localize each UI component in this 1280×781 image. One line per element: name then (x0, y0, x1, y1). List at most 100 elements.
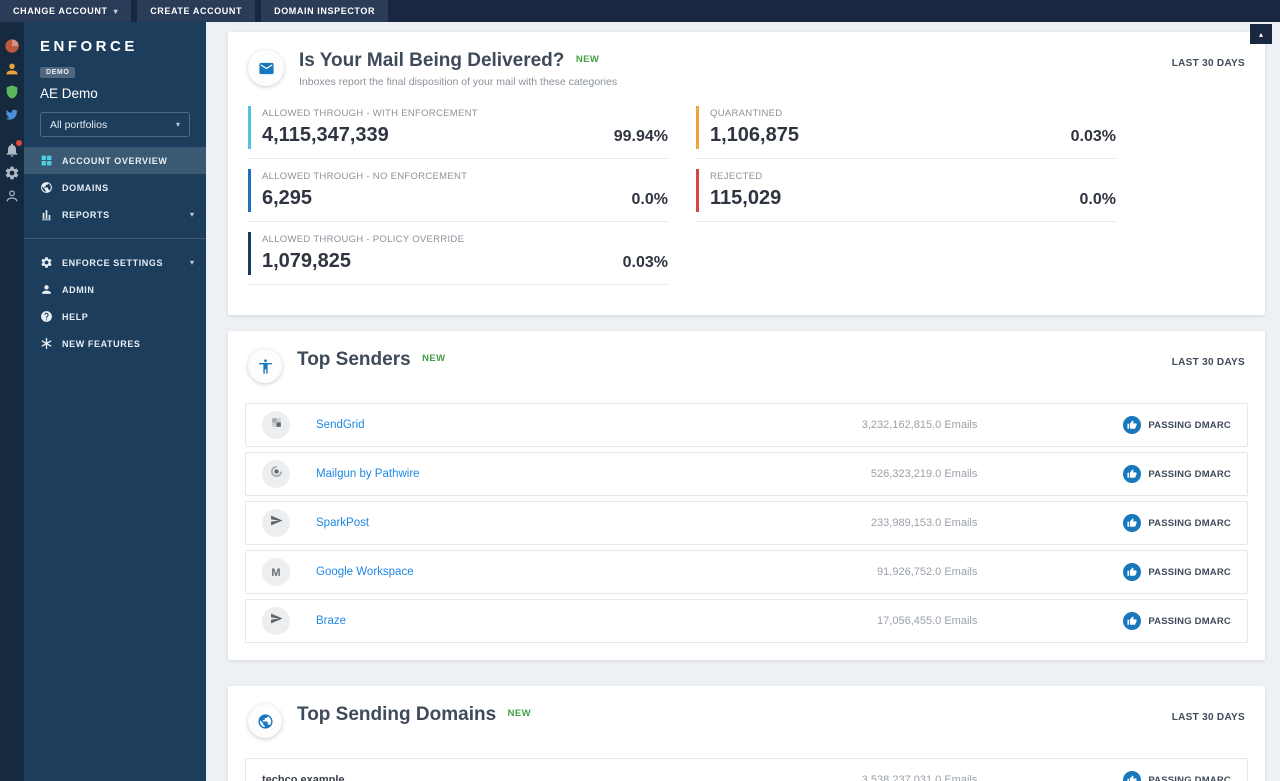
mail-envelope-icon (248, 50, 284, 86)
person-icon (4, 61, 20, 77)
grid-icon (40, 154, 53, 167)
globe-icon (40, 181, 53, 194)
google-workspace-icon: M (271, 567, 281, 579)
thumbs-up-icon (1123, 612, 1142, 630)
topbar-button-label: CHANGE ACCOUNT (13, 6, 108, 16)
stat-percent: 99.94% (613, 128, 668, 145)
sender-avatar (262, 607, 290, 635)
chevron-down-icon: ▾ (189, 258, 194, 267)
topbar-button-create-account[interactable]: CREATE ACCOUNT (137, 0, 256, 22)
sidebar-item-domains[interactable]: DOMAINS (24, 174, 206, 201)
sender-row[interactable]: Mailgun by Pathwire 526,323,219.0 Emails… (245, 452, 1248, 496)
sidebar-item-new-features[interactable]: NEW FEATURES (24, 330, 206, 357)
stat-value: 4,115,347,339 (262, 124, 389, 146)
stat-label: REJECTED (710, 171, 763, 182)
user-icon (4, 188, 20, 204)
sender-name-link[interactable]: Braze (316, 615, 346, 627)
thumbs-up-icon (1123, 771, 1142, 781)
rail-bell-icon[interactable] (4, 140, 22, 158)
passing-dmarc-badge: PASSING DMARC (1123, 563, 1231, 581)
topbar-button-change-account[interactable]: CHANGE ACCOUNT ▾ (0, 0, 132, 22)
passing-dmarc-badge: PASSING DMARC (1123, 465, 1231, 483)
stat-label: ALLOWED THROUGH - WITH ENFORCEMENT (262, 108, 478, 119)
thumbs-up-icon (1123, 416, 1142, 434)
dmarc-status-label: PASSING DMARC (1148, 419, 1231, 431)
chevron-down-icon: ▾ (189, 210, 194, 219)
period-label: LAST 30 DAYS (1171, 357, 1245, 368)
sender-name-link[interactable]: SparkPost (316, 517, 369, 529)
sender-avatar (262, 411, 290, 439)
rail-person-icon[interactable] (4, 61, 20, 77)
asterisk-icon (40, 337, 53, 350)
sidebar-item-label: ACCOUNT OVERVIEW (62, 155, 168, 166)
period-label: LAST 30 DAYS (1171, 58, 1245, 69)
delivery-stat: QUARANTINED 1,106,875 0.03% (696, 106, 1116, 159)
sender-avatar (262, 509, 290, 537)
rail-shield-icon[interactable] (4, 84, 20, 100)
sender-row[interactable]: M Google Workspace 91,926,752.0 Emails P… (245, 550, 1248, 594)
dmarc-status-label: PASSING DMARC (1148, 566, 1231, 578)
sender-avatar: M (262, 558, 290, 586)
rail-user-icon[interactable] (4, 188, 20, 204)
email-count: 233,989,153.0 Emails (870, 517, 978, 529)
gear-icon (40, 256, 53, 269)
dmarc-status-label: PASSING DMARC (1148, 517, 1231, 529)
delivery-stat: ALLOWED THROUGH - NO ENFORCEMENT 6,295 0… (248, 169, 668, 222)
chevron-up-icon: ▴ (1258, 29, 1263, 39)
sidebar-item-account-overview[interactable]: ACCOUNT OVERVIEW (24, 147, 206, 174)
topbar-button-domain-inspector[interactable]: DOMAIN INSPECTOR (261, 0, 389, 22)
sender-row[interactable]: SparkPost 233,989,153.0 Emails PASSING D… (245, 501, 1248, 545)
sender-name-link[interactable]: Mailgun by Pathwire (316, 468, 420, 480)
thumbs-up-icon (1123, 465, 1142, 483)
sidebar-item-help[interactable]: HELP (24, 303, 206, 330)
sidebar-item-enforce-settings[interactable]: ENFORCE SETTINGS ▾ (24, 238, 206, 276)
sidebar-item-label: DOMAINS (62, 182, 109, 193)
stat-value: 115,029 (710, 187, 782, 209)
delivery-card-subtitle: Inboxes report the final disposition of … (299, 76, 618, 88)
new-badge: NEW (575, 54, 600, 65)
sender-name-link[interactable]: Google Workspace (316, 566, 414, 578)
shield-icon (4, 84, 20, 100)
new-badge: NEW (422, 353, 446, 364)
stat-value: 6,295 (262, 187, 313, 209)
top-senders-title: Top Senders (297, 349, 411, 370)
rail-pie-chart-icon[interactable] (4, 38, 20, 54)
chevron-down-icon: ▾ (113, 6, 119, 16)
pie-chart-icon (4, 38, 20, 54)
top-sending-domains-card: Top Sending Domains NEW LAST 30 DAYS tec… (228, 686, 1265, 781)
globe-icon (248, 704, 282, 738)
sidebar-item-admin[interactable]: ADMIN (24, 276, 206, 303)
top-bar: CHANGE ACCOUNT ▾ CREATE ACCOUNT DOMAIN I… (0, 0, 1280, 22)
sidebar-item-label: NEW FEATURES (62, 338, 141, 349)
mailgun-icon (270, 465, 283, 483)
portfolio-select-value: All portfolios (50, 118, 108, 131)
sidebar-item-label: HELP (62, 311, 89, 322)
sidebar: ENFORCE DEMO AE Demo All portfolios ▾ AC… (24, 22, 206, 781)
collapse-panel-button[interactable]: ▴ (1250, 24, 1272, 44)
dmarc-status-label: PASSING DMARC (1148, 615, 1231, 627)
admin-icon (40, 283, 53, 296)
braze-icon (270, 612, 283, 630)
sidebar-item-reports[interactable]: REPORTS ▾ (24, 201, 206, 228)
stat-value: 1,106,875 (710, 124, 799, 146)
sender-name-link[interactable]: SendGrid (316, 419, 365, 431)
new-badge: NEW (507, 708, 531, 719)
rail-bird-icon[interactable] (4, 107, 20, 123)
rail-gear-icon[interactable] (4, 165, 20, 181)
stat-value: 1,079,825 (262, 250, 351, 272)
passing-dmarc-badge: PASSING DMARC (1123, 771, 1231, 781)
stat-label: QUARANTINED (710, 108, 783, 119)
domain-row[interactable]: techco.example 3,538,237,031.0 Emails PA… (245, 758, 1248, 781)
dmarc-status-label: PASSING DMARC (1148, 468, 1231, 480)
delivery-stat: ALLOWED THROUGH - WITH ENFORCEMENT 4,115… (248, 106, 668, 159)
sender-row[interactable]: Braze 17,056,455.0 Emails PASSING DMARC (245, 599, 1248, 643)
top-sending-domains-title: Top Sending Domains (297, 704, 497, 725)
domain-name: techco.example (262, 774, 345, 781)
sender-row[interactable]: SendGrid 3,232,162,815.0 Emails PASSING … (245, 403, 1248, 447)
portfolio-select[interactable]: All portfolios ▾ (40, 112, 190, 137)
sidebar-item-label: ENFORCE SETTINGS (62, 257, 164, 268)
passing-dmarc-badge: PASSING DMARC (1123, 416, 1231, 434)
notification-dot (16, 140, 22, 146)
topbar-button-label: DOMAIN INSPECTOR (274, 6, 376, 16)
stat-label: ALLOWED THROUGH - NO ENFORCEMENT (262, 171, 468, 182)
